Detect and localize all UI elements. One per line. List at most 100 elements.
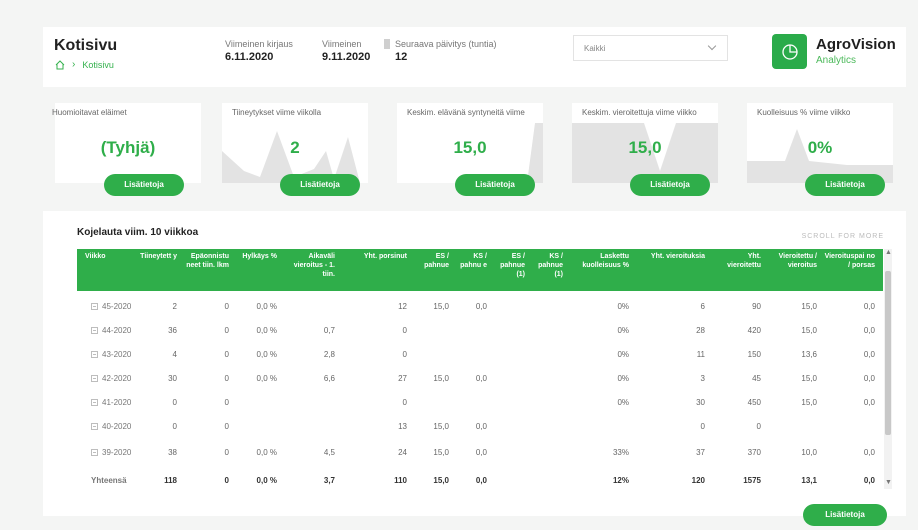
collapse-icon[interactable]: [91, 423, 98, 430]
details-button-bottom[interactable]: Lisätietoja: [803, 504, 887, 526]
cell: 0,0: [863, 302, 875, 311]
column-header[interactable]: Vieroituspai no / porsas: [823, 252, 875, 270]
table-row[interactable]: 40-2020 0 0 13 15,0 0,0 0 0: [77, 415, 883, 439]
column-header[interactable]: Viikko: [85, 252, 106, 261]
cell: 0,0: [863, 398, 875, 407]
last-entry-value: 6.11.2020: [225, 51, 274, 63]
cell: 12: [398, 302, 407, 311]
cell: 0,0 %: [256, 302, 277, 311]
collapse-icon[interactable]: [91, 449, 98, 456]
kpi-label: Keskim. vieroitettuja viime viikko: [582, 108, 697, 117]
divider: [384, 39, 390, 49]
chevron-right-icon: ›: [72, 59, 76, 70]
cell: 0: [224, 398, 229, 407]
week-value: 44-2020: [102, 326, 132, 335]
scroll-down-icon[interactable]: ▼: [885, 479, 892, 486]
kpi-label: Tiineytykset viime viikolla: [232, 108, 322, 117]
cell: 90: [752, 302, 761, 311]
collapse-icon[interactable]: [91, 399, 98, 406]
cell: 12%: [612, 476, 629, 485]
column-header[interactable]: Yht. vieroituksia: [643, 252, 705, 261]
column-header[interactable]: Yht. vieroitettu: [717, 252, 761, 270]
table-scrollbar[interactable]: ▲ ▼: [884, 249, 892, 489]
cell: 0,0 %: [256, 448, 277, 457]
table-row[interactable]: 39-2020 38 0 0,0 % 4,5 24 15,0 0,0 33% 3…: [77, 441, 883, 465]
column-header[interactable]: Yht. porsinut: [345, 252, 407, 261]
column-header[interactable]: Laskettu kuolleisuus %: [571, 252, 629, 270]
week-cell[interactable]: 39-2020: [91, 448, 131, 457]
week-cell[interactable]: 40-2020: [91, 422, 131, 431]
cell: 33%: [612, 448, 629, 457]
cell: 0,0: [863, 448, 875, 457]
cell: 2,8: [323, 350, 335, 359]
scroll-thumb[interactable]: [885, 271, 891, 435]
cell: 38: [168, 448, 177, 457]
cell: 0: [402, 350, 407, 359]
table-row[interactable]: 42-2020 30 0 0,0 % 6,6 27 15,0 0,0 0% 3 …: [77, 367, 883, 391]
logo-icon: [772, 34, 807, 69]
cell: 27: [398, 374, 407, 383]
filter-select[interactable]: Kaikki: [573, 35, 728, 61]
cell: 370: [747, 448, 761, 457]
week-cell[interactable]: 43-2020: [91, 350, 131, 359]
column-header[interactable]: ES / pahnue: [413, 252, 449, 270]
column-header[interactable]: Tiineytett y: [137, 252, 177, 261]
table-row[interactable]: 44-2020 36 0 0,0 % 0,7 0 0% 28 420 15,0 …: [77, 319, 883, 343]
cell: 15,0: [433, 302, 449, 311]
cell: 1575: [743, 476, 761, 485]
cell: 13,1: [801, 476, 817, 485]
chevron-down-icon: [707, 41, 717, 51]
column-header[interactable]: ES / pahnue (1): [493, 252, 525, 279]
kpi-value: (Tyhjä): [100, 138, 156, 157]
next-update-value: 12: [395, 51, 408, 63]
details-button[interactable]: Lisätietoja: [805, 174, 885, 196]
cell: 30: [696, 398, 705, 407]
table-row[interactable]: 45-2020 2 0 0,0 % 12 15,0 0,0 0% 6 90 15…: [77, 295, 883, 319]
details-button[interactable]: Lisätietoja: [630, 174, 710, 196]
details-button[interactable]: Lisätietoja: [280, 174, 360, 196]
cell: 11: [696, 350, 705, 359]
cell: 6,6: [323, 374, 335, 383]
collapse-icon[interactable]: [91, 327, 98, 334]
filter-selected-value: Kaikki: [584, 44, 606, 53]
next-update: Seuraava päivitys (tuntia) 12: [395, 39, 497, 63]
column-header[interactable]: KS / pahnu e: [455, 252, 487, 270]
scroll-up-icon[interactable]: ▲: [885, 249, 892, 256]
cell: 0,0: [863, 350, 875, 359]
collapse-icon[interactable]: [91, 351, 98, 358]
cell: 0: [224, 374, 229, 383]
column-header[interactable]: Aikaväli vieroitus - 1. tiin.: [283, 252, 335, 279]
column-header[interactable]: Vieroitettu / vieroitus: [765, 252, 817, 270]
table-row[interactable]: 43-2020 4 0 0,0 % 2,8 0 0% 11 150 13,6 0…: [77, 343, 883, 367]
details-button[interactable]: Lisätietoja: [104, 174, 184, 196]
column-header[interactable]: KS / pahnue (1): [531, 252, 563, 279]
week-cell[interactable]: 41-2020: [91, 398, 131, 407]
cell: 0: [402, 326, 407, 335]
week-cell[interactable]: 45-2020: [91, 302, 131, 311]
home-icon[interactable]: [55, 59, 65, 70]
details-button[interactable]: Lisätietoja: [455, 174, 535, 196]
cell: 4,5: [323, 448, 335, 457]
cell: 13: [398, 422, 407, 431]
cell: 120: [691, 476, 705, 485]
cell: 0: [224, 350, 229, 359]
breadcrumb-current[interactable]: Kotisivu: [82, 60, 114, 70]
brand-name: AgroVision: [816, 36, 896, 53]
collapse-icon[interactable]: [91, 303, 98, 310]
column-header[interactable]: Epäonnistu neet tiin. lkm: [181, 252, 229, 270]
cell: 45: [752, 374, 761, 383]
cell: 15,0: [433, 422, 449, 431]
cell: 10,0: [801, 448, 817, 457]
total-label: Yhteensä: [91, 476, 127, 485]
cell: 0,7: [323, 326, 335, 335]
dashboard-table-card: Kojelauta viim. 10 viikkoa SCROLL FOR MO…: [43, 211, 906, 516]
table-row[interactable]: 41-2020 0 0 0 0% 30 450 15,0 0,0: [77, 391, 883, 415]
week-cell[interactable]: 44-2020: [91, 326, 131, 335]
cell: 0,0: [863, 476, 875, 485]
table-title: Kojelauta viim. 10 viikkoa: [77, 227, 199, 238]
collapse-icon[interactable]: [91, 375, 98, 382]
kpi-card-attention-animals: Huomioitavat eläimet (Tyhjä) Lisätietoja: [52, 103, 201, 196]
kpi-value: 15,0: [628, 138, 662, 157]
column-header[interactable]: Hylkäys %: [233, 252, 277, 261]
week-cell[interactable]: 42-2020: [91, 374, 131, 383]
